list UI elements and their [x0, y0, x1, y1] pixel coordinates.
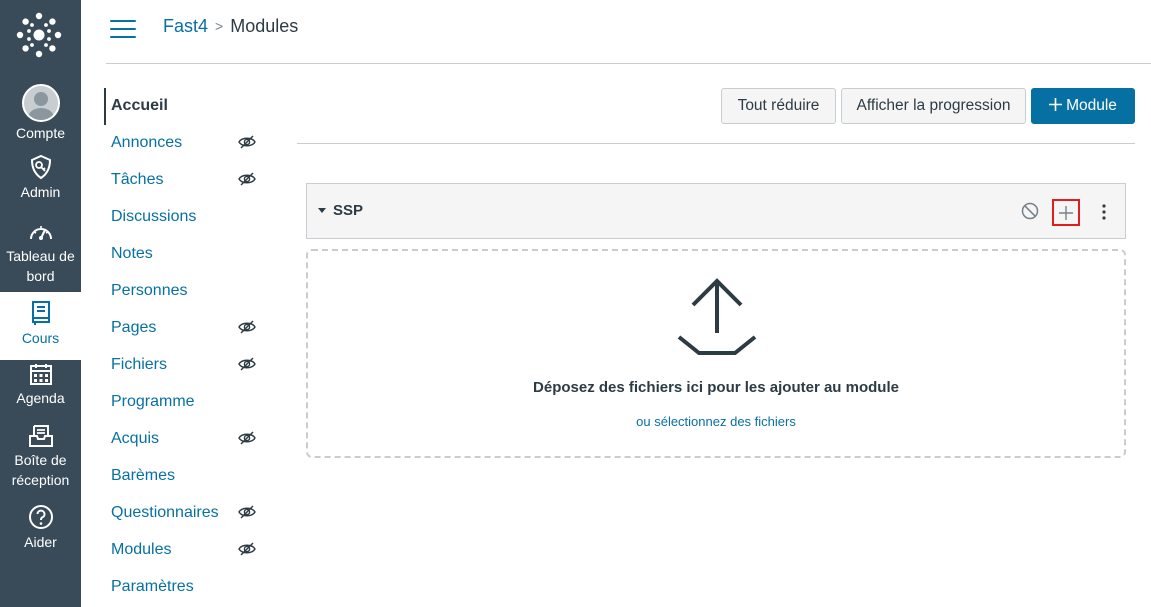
course-nav-label: Modules	[111, 541, 172, 558]
module-title: SSP	[333, 202, 364, 219]
collapse-caret-icon[interactable]	[318, 208, 326, 213]
add-module-button[interactable]: Module	[1031, 88, 1135, 124]
course-nav-label: Programme	[111, 393, 195, 410]
collapse-all-button[interactable]: Tout réduire	[721, 88, 836, 124]
course-nav-label: Fichiers	[111, 356, 168, 373]
gnav-admin-label: Admin	[20, 184, 61, 200]
gnav-dashboard[interactable]: Tableau de bord	[0, 220, 81, 286]
global-nav: Compte Admin Tableau de bord Cours Agend…	[0, 0, 81, 607]
course-nav-discussions[interactable]: Discussions	[104, 199, 274, 236]
course-nav-label: Annonces	[111, 134, 183, 151]
gnav-inbox-label-line1: Boîte de	[14, 452, 67, 468]
inbox-icon	[28, 425, 53, 447]
dashboard-icon	[29, 226, 52, 240]
toolbar-divider	[297, 143, 1135, 144]
course-nav-label: Questionnaires	[111, 504, 219, 521]
course-nav-label: Barèmes	[111, 467, 176, 484]
select-files-link[interactable]: ou sélectionnez des fichiers	[308, 414, 1124, 429]
course-nav-home[interactable]: Accueil	[104, 88, 274, 125]
drop-message: Déposez des fichiers ici pour les ajoute…	[533, 379, 899, 396]
course-nav-rubrics[interactable]: Barèmes	[104, 458, 274, 495]
hidden-eye-icon	[238, 135, 256, 149]
hidden-eye-icon	[238, 431, 256, 445]
hidden-eye-icon	[238, 172, 256, 186]
course-nav-files[interactable]: Fichiers	[104, 347, 274, 384]
gnav-calendar-label: Agenda	[16, 390, 65, 406]
gnav-inbox-label-line2: réception	[11, 472, 70, 488]
header-divider	[106, 63, 1151, 64]
course-nav-quizzes[interactable]: Questionnaires	[104, 495, 274, 532]
course-nav-label: Acquis	[111, 430, 160, 447]
course-nav-people[interactable]: Personnes	[104, 273, 274, 310]
course-nav-label: Tâches	[111, 171, 164, 188]
add-content-button[interactable]	[1052, 199, 1080, 226]
course-nav-assignments[interactable]: Tâches	[104, 162, 274, 199]
breadcrumb: Fast4 > Modules	[163, 16, 298, 37]
show-progress-button[interactable]: Afficher la progression	[841, 88, 1026, 124]
gnav-inbox[interactable]: Boîte de réception	[0, 424, 81, 490]
gnav-dashboard-label-line1: Tableau de	[6, 248, 75, 264]
hidden-eye-icon	[238, 357, 256, 371]
breadcrumb-current: Modules	[230, 16, 299, 36]
module-header: SSP	[306, 183, 1126, 239]
course-nav-label: Pages	[111, 319, 157, 336]
course-nav-syllabus[interactable]: Programme	[104, 384, 274, 421]
more-options-icon[interactable]	[1101, 203, 1107, 221]
hidden-eye-icon	[238, 505, 256, 519]
gnav-dashboard-label-line2: bord	[26, 268, 55, 284]
file-drop-zone[interactable]: Déposez des fichiers ici pour les ajoute…	[306, 249, 1126, 458]
user-avatar-icon	[21, 84, 60, 122]
gnav-admin[interactable]: Admin	[0, 154, 81, 202]
gnav-account-label: Compte	[15, 125, 66, 141]
breadcrumb-separator: >	[215, 18, 224, 34]
hidden-eye-icon	[238, 542, 256, 556]
book-icon	[31, 301, 50, 325]
unpublished-icon[interactable]	[1021, 202, 1039, 220]
course-nav-modules[interactable]: Modules	[104, 532, 274, 569]
course-nav-label: Discussions	[111, 208, 197, 225]
course-nav: Accueil Annonces Tâches Discussions Note…	[104, 88, 274, 606]
gnav-calendar[interactable]: Agenda	[0, 362, 81, 408]
course-nav-label: Notes	[111, 245, 153, 262]
course-nav-label: Personnes	[111, 282, 188, 299]
course-nav-announcements[interactable]: Annonces	[104, 125, 274, 162]
gnav-help[interactable]: Aider	[0, 504, 81, 552]
breadcrumb-course-link[interactable]: Fast4	[163, 16, 208, 36]
shield-icon	[30, 154, 51, 180]
upload-icon	[677, 278, 757, 355]
course-nav-label: Paramètres	[111, 578, 194, 595]
add-module-label: Module	[1066, 97, 1117, 114]
plus-icon	[1059, 206, 1073, 220]
gnav-courses-label: Cours	[21, 330, 60, 346]
gnav-help-label: Aider	[24, 534, 57, 550]
canvas-logo-icon[interactable]	[16, 12, 62, 58]
help-icon	[28, 505, 53, 529]
course-nav-settings[interactable]: Paramètres	[104, 569, 274, 606]
course-nav-grades[interactable]: Notes	[104, 236, 274, 273]
course-nav-label: Accueil	[111, 97, 168, 114]
hamburger-menu-icon[interactable]	[110, 20, 136, 40]
gnav-account[interactable]: Compte	[0, 84, 81, 143]
plus-icon	[1049, 98, 1063, 111]
course-nav-outcomes[interactable]: Acquis	[104, 421, 274, 458]
course-nav-pages[interactable]: Pages	[104, 310, 274, 347]
gnav-courses[interactable]: Cours	[0, 292, 81, 360]
hidden-eye-icon	[238, 320, 256, 334]
calendar-icon	[29, 364, 52, 385]
